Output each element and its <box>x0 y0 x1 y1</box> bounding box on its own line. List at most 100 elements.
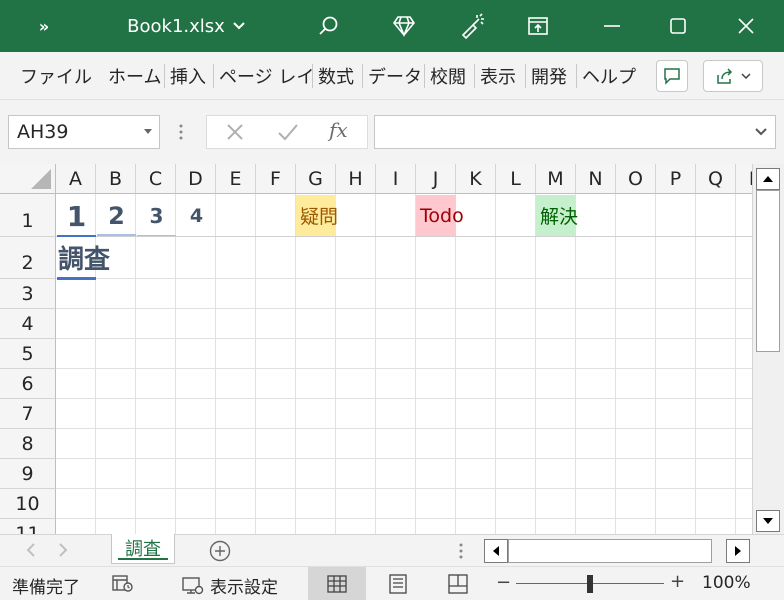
display-settings-button[interactable]: 表示設定 <box>182 573 278 598</box>
column-header-o[interactable]: O <box>616 164 656 194</box>
check-icon[interactable] <box>277 122 299 142</box>
page-layout-view-button[interactable] <box>386 567 410 600</box>
name-box[interactable]: AH39 <box>8 115 160 149</box>
column-header-r[interactable]: R <box>736 164 752 194</box>
formula-input[interactable] <box>374 115 776 149</box>
row-header-8[interactable]: 8 <box>0 429 56 459</box>
row-header-4[interactable]: 4 <box>0 309 56 339</box>
column-header-m[interactable]: M <box>536 164 576 194</box>
column-header-e[interactable]: E <box>216 164 256 194</box>
column-header-q[interactable]: Q <box>696 164 736 194</box>
designer-button[interactable] <box>456 0 488 52</box>
row-header-7[interactable]: 7 <box>0 399 56 429</box>
next-sheet-icon[interactable] <box>58 543 68 557</box>
cancel-icon[interactable] <box>225 122 245 142</box>
normal-view-button[interactable] <box>308 567 366 600</box>
scroll-right-button[interactable] <box>726 539 750 563</box>
row-header-5[interactable]: 5 <box>0 339 56 369</box>
grid-line-horizontal <box>56 458 752 459</box>
column-header-l[interactable]: L <box>496 164 536 194</box>
diamond-icon <box>393 16 415 37</box>
status-ready: 準備完了 <box>12 578 80 598</box>
ribbon-display-button[interactable] <box>522 0 554 52</box>
grid-line-horizontal <box>56 488 752 489</box>
grip-icon[interactable] <box>459 543 463 559</box>
tab-file[interactable]: ファイル <box>20 62 92 90</box>
caret-down-icon[interactable] <box>144 129 152 135</box>
column-header-i[interactable]: I <box>376 164 416 194</box>
horizontal-scroll-thumb[interactable] <box>508 539 712 563</box>
search-button[interactable] <box>312 0 344 52</box>
comments-button[interactable] <box>656 60 688 92</box>
row-header-10[interactable]: 10 <box>0 489 56 519</box>
row-header-11[interactable]: 11 <box>0 519 56 534</box>
zoom-in-button[interactable]: + <box>670 571 685 592</box>
tab-help[interactable]: ヘルプ <box>582 62 636 90</box>
insert-function-button[interactable]: fx <box>329 118 348 142</box>
tab-insert[interactable]: 挿入 <box>170 62 206 90</box>
scroll-down-button[interactable] <box>756 510 780 532</box>
grid-line-vertical <box>735 194 736 534</box>
sheet-tab-bar: 調査 <box>0 534 784 566</box>
row-header-9[interactable]: 9 <box>0 459 56 489</box>
grip-icon[interactable] <box>175 122 187 142</box>
row-header-6[interactable]: 6 <box>0 369 56 399</box>
scroll-left-button[interactable] <box>484 539 508 563</box>
cell-C1[interactable]: 3 <box>137 195 176 237</box>
cell-A1[interactable]: 1 <box>57 195 96 237</box>
tab-developer[interactable]: 開発 <box>531 62 567 90</box>
minimize-icon <box>604 25 620 27</box>
share-button[interactable] <box>703 60 763 92</box>
active-tab-indicator <box>118 558 168 560</box>
vertical-scroll-thumb[interactable] <box>756 190 780 352</box>
column-header-n[interactable]: N <box>576 164 616 194</box>
cell-D1[interactable]: 4 <box>177 195 216 237</box>
accessibility-icon[interactable] <box>112 573 134 593</box>
row-header-2[interactable]: 2 <box>0 237 56 279</box>
page-layout-icon <box>389 574 407 594</box>
tab-page-layout[interactable]: ページ レイ <box>219 62 314 90</box>
tab-home[interactable]: ホーム <box>108 62 161 90</box>
column-header-j[interactable]: J <box>416 164 456 194</box>
zoom-level[interactable]: 100% <box>702 573 751 593</box>
premium-button[interactable] <box>388 0 420 52</box>
tab-formulas[interactable]: 数式 <box>318 62 354 90</box>
zoom-slider-thumb[interactable] <box>587 575 593 593</box>
search-icon <box>319 16 338 35</box>
column-header-a[interactable]: A <box>56 164 96 194</box>
quick-access-more-button[interactable]: » <box>28 0 60 52</box>
worksheet-grid[interactable]: ABCDEFGHIJKLMNOPQR 1234567891011 1 2 3 4… <box>0 164 752 534</box>
column-header-c[interactable]: C <box>136 164 176 194</box>
cell-B1[interactable]: 2 <box>97 195 136 237</box>
window-title[interactable]: Book1.xlsx <box>116 0 256 52</box>
row-header-1[interactable]: 1 <box>0 194 56 237</box>
previous-sheet-icon[interactable] <box>26 543 36 557</box>
scroll-up-button[interactable] <box>756 168 780 190</box>
cell-A2[interactable]: 調査 <box>58 237 148 277</box>
add-sheet-icon[interactable] <box>209 540 231 562</box>
cell-M1[interactable]: 解決 <box>536 195 578 236</box>
column-header-g[interactable]: G <box>296 164 336 194</box>
display-settings-label: 表示設定 <box>210 578 278 598</box>
select-all-corner[interactable] <box>0 164 56 194</box>
tab-view[interactable]: 表示 <box>480 62 516 90</box>
cell-G1[interactable]: 疑問 <box>296 195 338 236</box>
close-button[interactable] <box>726 0 766 52</box>
minimize-button[interactable] <box>592 0 632 52</box>
tab-data[interactable]: データ <box>368 62 422 90</box>
column-header-b[interactable]: B <box>96 164 136 194</box>
vertical-scrollbar[interactable] <box>752 164 784 534</box>
row-header-3[interactable]: 3 <box>0 279 56 309</box>
zoom-out-button[interactable]: − <box>496 572 511 593</box>
maximize-button[interactable] <box>658 0 698 52</box>
column-header-d[interactable]: D <box>176 164 216 194</box>
tab-review[interactable]: 校閲 <box>430 62 466 90</box>
column-header-p[interactable]: P <box>656 164 696 194</box>
column-header-k[interactable]: K <box>456 164 496 194</box>
column-header-h[interactable]: H <box>336 164 376 194</box>
page-break-view-button[interactable] <box>444 567 472 600</box>
cell-J1[interactable]: Todo <box>416 195 464 236</box>
column-header-f[interactable]: F <box>256 164 296 194</box>
expand-formula-icon[interactable] <box>755 128 767 136</box>
sheet-tab-active[interactable]: 調査 <box>111 534 175 564</box>
